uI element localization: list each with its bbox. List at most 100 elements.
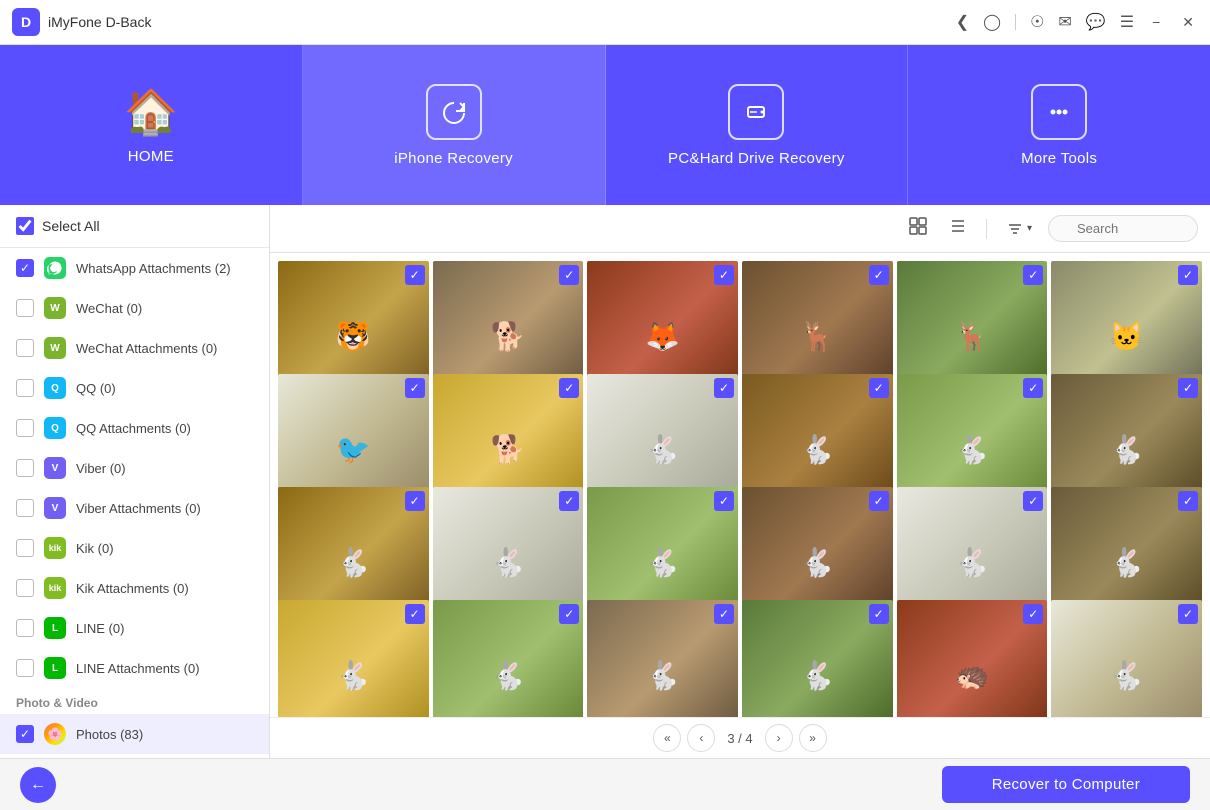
viber-attachments-checkbox <box>16 499 34 517</box>
minimize-button[interactable]: − <box>1148 12 1164 32</box>
file-view-button[interactable] <box>942 212 974 245</box>
sidebar-item-line-attachments[interactable]: L LINE Attachments (0) <box>0 648 269 688</box>
kik-label: Kik (0) <box>76 541 114 556</box>
whatsapp-attachments-label: WhatsApp Attachments (2) <box>76 261 231 276</box>
photo-check-icon[interactable]: ✓ <box>1178 491 1198 511</box>
photo-check-icon[interactable]: ✓ <box>714 491 734 511</box>
app-logo: D <box>12 8 40 36</box>
nav-home[interactable]: 🏠 HOME <box>0 45 303 205</box>
settings-icon[interactable]: ☉ <box>1030 12 1044 32</box>
sidebar-item-kik-attachments[interactable]: kik Kik Attachments (0) <box>0 568 269 608</box>
wechat-attachments-icon: W <box>44 337 66 359</box>
pagination-first[interactable]: « <box>653 724 681 752</box>
photo-check-icon[interactable]: ✓ <box>559 491 579 511</box>
whatsapp-icon <box>44 257 66 279</box>
line-attachments-checkbox <box>16 659 34 677</box>
line-label: LINE (0) <box>76 621 124 636</box>
toolbar-separator <box>986 219 987 239</box>
recover-button[interactable]: Recover to Computer <box>942 766 1190 803</box>
sidebar-item-photos[interactable]: 🌸 Photos (83) <box>0 714 269 754</box>
photo-check-icon[interactable]: ✓ <box>1023 604 1043 624</box>
sidebar-item-whatsapp-attachments[interactable]: WhatsApp Attachments (2) <box>0 248 269 288</box>
content-area: ▾ 🔍 🐯✓🐕✓🦊✓🦌✓🦌✓🐱✓🐦✓🐕✓🐇✓🐇✓🐇✓🐇✓🐇✓🐇✓🐇✓🐇✓🐇✓🐇✓… <box>270 205 1210 758</box>
photo-check-icon[interactable]: ✓ <box>559 265 579 285</box>
photo-check-icon[interactable]: ✓ <box>1178 265 1198 285</box>
photo-check-icon[interactable]: ✓ <box>405 491 425 511</box>
photo-grid: 🐯✓🐕✓🦊✓🦌✓🦌✓🐱✓🐦✓🐕✓🐇✓🐇✓🐇✓🐇✓🐇✓🐇✓🐇✓🐇✓🐇✓🐇✓🐇✓🐇✓… <box>270 253 1210 717</box>
back-icon: ← <box>30 776 46 794</box>
wechat-checkbox <box>16 299 34 317</box>
content-toolbar: ▾ 🔍 <box>270 205 1210 253</box>
photo-cell[interactable]: 🦔✓ <box>897 600 1048 717</box>
photo-check-icon[interactable]: ✓ <box>869 491 889 511</box>
titlebar: D iMyFone D-Back ❮ ◯ ☉ ✉ 💬 ☰ − ✕ <box>0 0 1210 45</box>
back-button[interactable]: ← <box>20 767 56 803</box>
app-name: iMyFone D-Back <box>48 14 956 30</box>
select-all-checkbox[interactable] <box>16 217 34 235</box>
photo-check-icon[interactable]: ✓ <box>559 604 579 624</box>
photo-check-icon[interactable]: ✓ <box>1023 491 1043 511</box>
photo-check-icon[interactable]: ✓ <box>405 378 425 398</box>
close-button[interactable]: ✕ <box>1178 12 1198 33</box>
photo-check-icon[interactable]: ✓ <box>1178 378 1198 398</box>
photo-check-icon[interactable]: ✓ <box>559 378 579 398</box>
mail-icon[interactable]: ✉ <box>1058 12 1071 32</box>
kik-checkbox <box>16 539 34 557</box>
wechat-attachments-label: WeChat Attachments (0) <box>76 341 217 356</box>
pagination-next[interactable]: › <box>765 724 793 752</box>
nav-iphone-label: iPhone Recovery <box>394 150 513 167</box>
qq-attachments-icon: Q <box>44 417 66 439</box>
sidebar-header: Select All <box>0 205 269 248</box>
pagination-last[interactable]: » <box>799 724 827 752</box>
user-icon[interactable]: ◯ <box>983 12 1001 32</box>
photo-cell[interactable]: 🐇✓ <box>1051 600 1202 717</box>
more-tools-icon <box>1031 84 1087 140</box>
nav-more-tools[interactable]: More Tools <box>908 45 1210 205</box>
photo-check-icon[interactable]: ✓ <box>714 378 734 398</box>
photo-check-icon[interactable]: ✓ <box>405 265 425 285</box>
wechat-attachments-checkbox <box>16 339 34 357</box>
photo-cell[interactable]: 🐇✓ <box>587 600 738 717</box>
photo-check-icon[interactable]: ✓ <box>1023 378 1043 398</box>
photo-cell[interactable]: 🐇✓ <box>433 600 584 717</box>
photo-cell[interactable]: 🐇✓ <box>278 600 429 717</box>
sidebar-item-qq-attachments[interactable]: Q QQ Attachments (0) <box>0 408 269 448</box>
nav-pc-hard-drive[interactable]: PC&Hard Drive Recovery <box>606 45 909 205</box>
sidebar-item-viber[interactable]: V Viber (0) <box>0 448 269 488</box>
sidebar-item-wechat[interactable]: W WeChat (0) <box>0 288 269 328</box>
nav-iphone-recovery[interactable]: iPhone Recovery <box>303 45 606 205</box>
photo-check-icon[interactable]: ✓ <box>869 265 889 285</box>
filter-chevron-icon: ▾ <box>1027 223 1032 234</box>
viber-label: Viber (0) <box>76 461 126 476</box>
filter-button[interactable]: ▾ <box>999 217 1040 241</box>
photo-check-icon[interactable]: ✓ <box>1178 604 1198 624</box>
photo-check-icon[interactable]: ✓ <box>1023 265 1043 285</box>
bottombar: ← Recover to Computer <box>0 758 1210 810</box>
sidebar: Select All WhatsApp Attachments (2) W We… <box>0 205 270 758</box>
photos-label: Photos (83) <box>76 727 143 742</box>
viber-checkbox <box>16 459 34 477</box>
sidebar-item-wechat-attachments[interactable]: W WeChat Attachments (0) <box>0 328 269 368</box>
sidebar-more-indicator[interactable]: » <box>0 754 269 758</box>
photo-cell[interactable]: 🐇✓ <box>742 600 893 717</box>
chat-icon[interactable]: 💬 <box>1086 12 1106 32</box>
home-icon: 🏠 <box>123 86 178 138</box>
grid-view-button[interactable] <box>902 212 934 245</box>
sidebar-item-qq[interactable]: Q QQ (0) <box>0 368 269 408</box>
sidebar-item-line[interactable]: L LINE (0) <box>0 608 269 648</box>
menu-icon[interactable]: ☰ <box>1120 12 1134 32</box>
pagination-prev[interactable]: ‹ <box>687 724 715 752</box>
photo-check-icon[interactable]: ✓ <box>405 604 425 624</box>
search-input[interactable] <box>1048 215 1198 242</box>
photo-check-icon[interactable]: ✓ <box>869 378 889 398</box>
sidebar-item-viber-attachments[interactable]: V Viber Attachments (0) <box>0 488 269 528</box>
viber-attachments-label: Viber Attachments (0) <box>76 501 201 516</box>
photo-check-icon[interactable]: ✓ <box>714 604 734 624</box>
photo-check-icon[interactable]: ✓ <box>714 265 734 285</box>
photo-check-icon[interactable]: ✓ <box>869 604 889 624</box>
qq-icon: Q <box>44 377 66 399</box>
share-icon[interactable]: ❮ <box>956 12 969 32</box>
wechat-icon: W <box>44 297 66 319</box>
sidebar-item-kik[interactable]: kik Kik (0) <box>0 528 269 568</box>
qq-label: QQ (0) <box>76 381 116 396</box>
